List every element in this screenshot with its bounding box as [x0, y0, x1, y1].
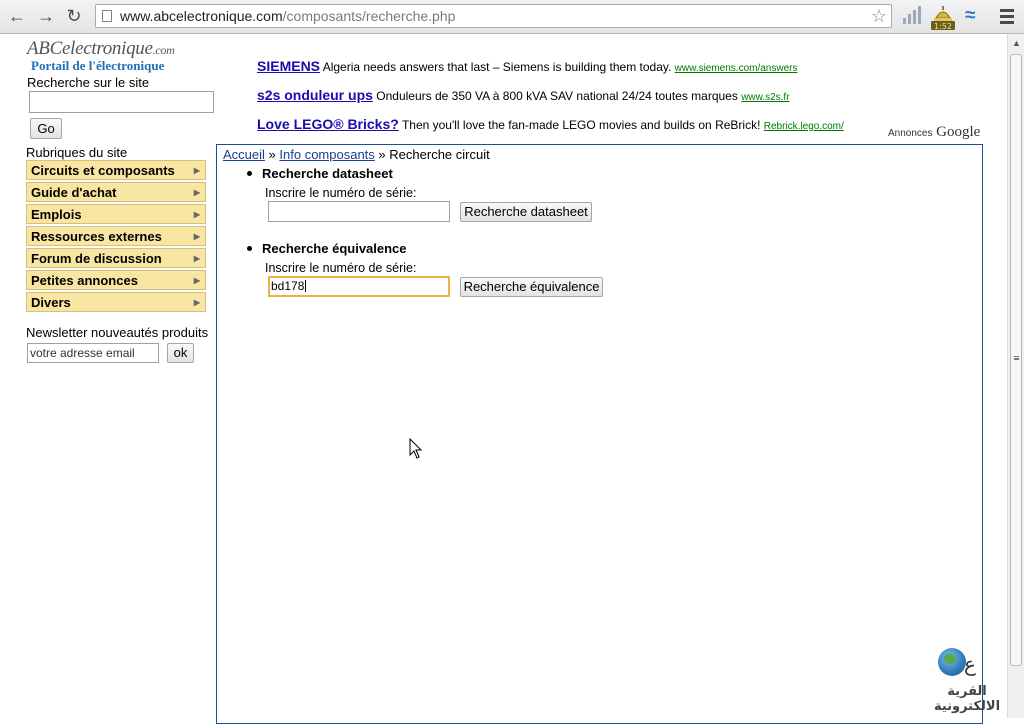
ad-url[interactable]: www.s2s.fr — [741, 92, 789, 103]
browser-toolbar: ← → ↻ www.abcelectronique.com/composants… — [0, 0, 1024, 34]
newsletter-email-input[interactable]: votre adresse email — [27, 343, 159, 363]
menu-item-guide[interactable]: Guide d'achat ▶ — [26, 182, 206, 202]
scroll-up-arrow-icon[interactable]: ▲ — [1011, 38, 1022, 48]
equivalence-field-label: Inscrire le numéro de série: — [265, 261, 417, 275]
datasheet-serial-input[interactable] — [268, 201, 450, 222]
logo-text: ABCelectronique.com — [27, 38, 175, 59]
triangle-right-icon: ▶ — [193, 232, 200, 241]
breadcrumb-home-link[interactable]: Accueil — [223, 147, 265, 162]
rubriques-label: Rubriques du site — [26, 145, 128, 160]
google-ads-label[interactable]: Annonces Google — [888, 124, 980, 141]
datasheet-search-button[interactable]: Recherche datasheet — [460, 202, 592, 222]
triangle-right-icon: ▶ — [193, 166, 200, 175]
breadcrumb-section-link[interactable]: Info composants — [279, 147, 374, 162]
bullet-icon — [247, 246, 252, 251]
menu-item-emplois[interactable]: Emplois ▶ — [26, 204, 206, 224]
breadcrumb: Accueil » Info composants » Recherche ci… — [223, 147, 490, 162]
menu-item-circuits[interactable]: Circuits et composants ▶ — [26, 160, 206, 180]
menu-item-ressources[interactable]: Ressources externes ▶ — [26, 226, 206, 246]
triangle-right-icon: ▶ — [193, 276, 200, 285]
ad-title[interactable]: Love LEGO® Bricks? — [257, 116, 399, 132]
ad-url[interactable]: Rebrick.lego.com/ — [764, 121, 844, 132]
address-bar[interactable]: www.abcelectronique.com/composants/reche… — [95, 4, 892, 28]
menu-item-annonces[interactable]: Petites annonces ▶ — [26, 270, 206, 290]
ad-title[interactable]: s2s onduleur ups — [257, 87, 373, 103]
bullet-icon — [247, 171, 252, 176]
vertical-scrollbar[interactable]: ▲ — [1007, 34, 1024, 718]
menu-item-divers[interactable]: Divers ▶ — [26, 292, 206, 312]
wave-extension-icon[interactable]: ≈ — [965, 6, 985, 26]
chrome-menu-icon[interactable] — [998, 6, 1016, 26]
back-arrow-icon[interactable]: ← — [5, 5, 29, 27]
ad-url[interactable]: www.siemens.com/answers — [675, 63, 798, 74]
ad-lego[interactable]: Love LEGO® Bricks? Then you'll love the … — [257, 116, 844, 132]
site-search-label: Recherche sur le site — [27, 75, 150, 90]
site-search-input[interactable] — [29, 91, 214, 113]
globe-icon — [938, 648, 966, 676]
bookmark-star-icon[interactable]: ☆ — [871, 6, 887, 26]
triangle-right-icon: ▶ — [193, 210, 200, 219]
logo-subtitle: Portail de l'électronique — [31, 58, 165, 73]
url-text: www.abcelectronique.com/composants/reche… — [120, 8, 456, 24]
datasheet-field-label: Inscrire le numéro de série: — [265, 186, 417, 200]
site-logo[interactable]: ABCelectronique.com Portail de l'électro… — [27, 38, 175, 74]
ad-siemens[interactable]: SIEMENS Algeria needs answers that last … — [257, 58, 797, 74]
equivalence-section-title: Recherche équivalence — [262, 241, 407, 256]
main-content: Accueil » Info composants » Recherche ci… — [216, 144, 983, 724]
newsletter-ok-button[interactable]: ok — [167, 343, 194, 363]
site-menu: Circuits et composants ▶ Guide d'achat ▶ E… — [26, 160, 206, 314]
go-button[interactable]: Go — [30, 118, 62, 139]
scrollbar-thumb[interactable] — [1010, 54, 1022, 666]
page-icon — [102, 10, 112, 22]
swirl-icon: ع — [964, 654, 976, 676]
triangle-right-icon: ▶ — [193, 254, 200, 263]
channel-watermark: ع القرية الالكترونية — [912, 646, 1022, 714]
grip-icon — [1014, 356, 1019, 360]
equivalence-search-button[interactable]: Recherche équivalence — [460, 277, 603, 297]
mouse-cursor-icon — [409, 437, 423, 463]
triangle-right-icon: ▶ — [193, 298, 200, 307]
ad-text: Onduleurs de 350 VA à 800 kVA SAV nation… — [376, 89, 738, 103]
equivalence-serial-input[interactable]: bd178 — [268, 276, 450, 297]
triangle-right-icon: ▶ — [193, 188, 200, 197]
menu-item-forum[interactable]: Forum de discussion ▶ — [26, 248, 206, 268]
clock-badge: 1:52 — [934, 22, 952, 30]
ad-text: Algeria needs answers that last – Siemen… — [322, 60, 672, 74]
text-caret — [305, 280, 307, 292]
ad-text: Then you'll love the fan-made LEGO movie… — [401, 118, 761, 132]
ad-s2s[interactable]: s2s onduleur ups Onduleurs de 350 VA à 8… — [257, 87, 790, 103]
breadcrumb-current: Recherche circuit — [389, 147, 490, 162]
datasheet-section-title: Recherche datasheet — [262, 166, 393, 181]
ad-title[interactable]: SIEMENS — [257, 58, 320, 74]
prayer-times-extension-icon[interactable]: 1:52 — [929, 4, 957, 31]
reload-icon[interactable]: ↻ — [62, 5, 86, 27]
signal-bars-icon[interactable] — [903, 6, 921, 26]
watermark-text: القرية الالكترونية — [933, 684, 1001, 714]
newsletter-label: Newsletter nouveautés produits — [26, 325, 209, 340]
forward-arrow-icon[interactable]: → — [34, 5, 58, 27]
